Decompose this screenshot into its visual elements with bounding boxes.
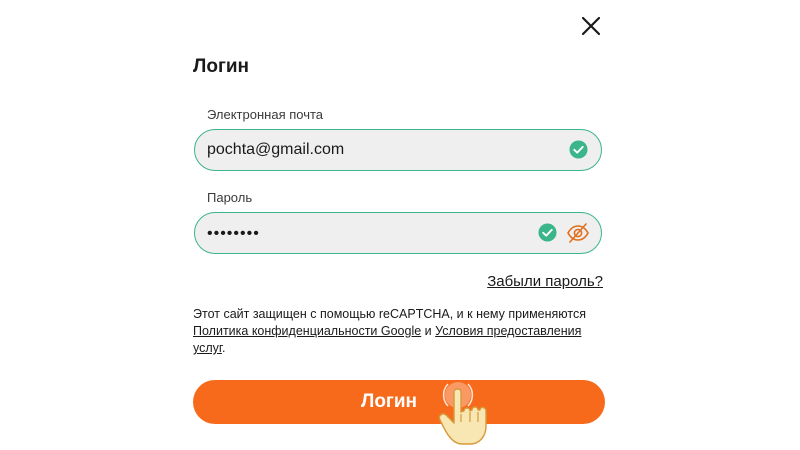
close-button[interactable]: [578, 13, 604, 39]
login-button-label: Логин: [360, 391, 417, 412]
recaptcha-conjunction: и: [421, 324, 436, 338]
recaptcha-notice: Этот сайт защищен с помощью reCAPTCHA, и…: [193, 306, 613, 357]
close-icon[interactable]: [578, 13, 604, 39]
check-valid-icon: [569, 140, 588, 159]
check-valid-icon: [538, 223, 557, 242]
password-label: Пароль: [207, 190, 253, 205]
email-field-wrapper[interactable]: [194, 129, 602, 171]
email-label: Электронная почта: [207, 107, 324, 122]
privacy-policy-link[interactable]: Политика конфиденциальности Google: [193, 324, 421, 338]
dialog-title: Логин: [193, 56, 250, 77]
password-masked-value: ••••••••: [207, 225, 260, 242]
forgot-password-link[interactable]: Забыли пароль?: [487, 273, 603, 290]
eye-slash-icon[interactable]: [566, 221, 590, 245]
login-button[interactable]: Логин: [193, 380, 605, 424]
recaptcha-prefix: Этот сайт защищен с помощью reCAPTCHA, и…: [193, 307, 587, 321]
password-field[interactable]: ••••••••: [194, 212, 602, 254]
recaptcha-suffix: .: [221, 341, 226, 355]
email-field[interactable]: [207, 130, 547, 169]
